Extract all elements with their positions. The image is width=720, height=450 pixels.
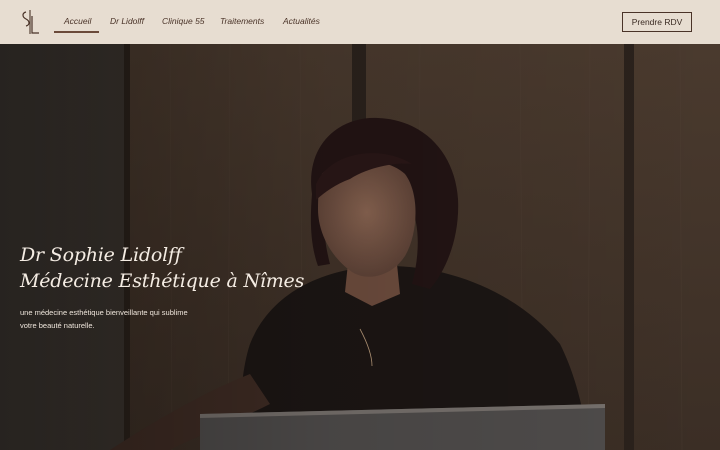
prendre-rdv-button[interactable]: Prendre RDV bbox=[622, 12, 692, 32]
nav-item-traitements[interactable]: Traitements bbox=[220, 16, 264, 30]
hero-subtitle-line-1: une médecine esthétique bienveillante qu… bbox=[20, 308, 188, 317]
hero-subtitle-line-2: votre beauté naturelle. bbox=[20, 320, 95, 330]
hero-subtitle: une médecine esthétique bienveillante qu… bbox=[20, 307, 230, 332]
hero-title-line-2: Médecine Esthétique à Nîmes bbox=[20, 270, 305, 292]
nav-item-actualites[interactable]: Actualités bbox=[283, 16, 320, 30]
site-header: Accueil Dr Lidolff Clinique 55 Traitemen… bbox=[0, 0, 720, 44]
nav-item-accueil[interactable]: Accueil bbox=[64, 16, 91, 30]
nav-active-indicator bbox=[54, 31, 99, 33]
hero-section: Dr Sophie Lidolff Médecine Esthétique à … bbox=[0, 44, 720, 450]
nav-item-dr-lidolff[interactable]: Dr Lidolff bbox=[110, 16, 144, 30]
logo-icon[interactable] bbox=[20, 8, 42, 36]
nav-item-clinique-55[interactable]: Clinique 55 bbox=[162, 16, 205, 30]
hero-title: Dr Sophie Lidolff Médecine Esthétique à … bbox=[20, 242, 304, 294]
hero-title-line-1: Dr Sophie Lidolff bbox=[20, 244, 182, 266]
